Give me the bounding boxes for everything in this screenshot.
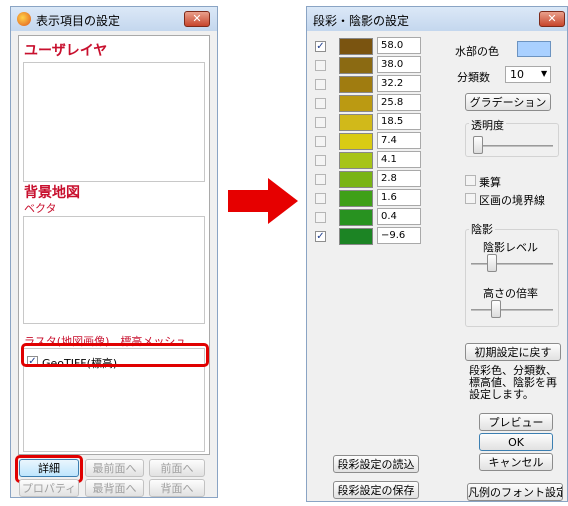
class-value-input[interactable]: 4.1 (377, 151, 421, 168)
class-value-input[interactable]: 0.4 (377, 208, 421, 225)
user-layer-heading: ユーザレイヤ (24, 43, 108, 59)
class-color-swatch[interactable] (339, 38, 373, 55)
transparency-label: 透明度 (469, 117, 506, 133)
user-layer-box[interactable] (23, 62, 205, 182)
height-ratio-label: 高さの倍率 (483, 287, 538, 300)
class-color-swatch[interactable] (339, 76, 373, 93)
shade-level-label: 陰影レベル (483, 241, 538, 254)
color-class-list: ✓ 58.0 38.0 32.2 25.8 18.5 7.4 4.1 2.8 1.6 0.4 ✓ −9.… (315, 37, 435, 247)
classes-select[interactable]: 10 ▼ (505, 66, 551, 83)
layer-list[interactable]: ユーザレイヤ 背景地図 ベクタ ラスタ(地図画像)、標高メッシュ ✓ GeoTI… (18, 35, 210, 455)
property-button[interactable]: プロパティ (19, 479, 79, 497)
class-color-swatch[interactable] (339, 190, 373, 207)
vector-label: ベクタ (24, 202, 57, 215)
class-value-input[interactable]: 25.8 (377, 94, 421, 111)
class-color-swatch[interactable] (339, 228, 373, 245)
chevron-down-icon: ▼ (541, 69, 548, 78)
geotiff-highlight (21, 343, 209, 367)
class-checkbox[interactable] (315, 193, 326, 204)
display-items-window: 表示項目の設定 ✕ ユーザレイヤ 背景地図 ベクタ ラスタ(地図画像)、標高メッ… (10, 6, 218, 498)
arrow-shape (228, 178, 298, 224)
multiply-label: 乗算 (479, 176, 501, 189)
close-button[interactable]: ✕ (184, 11, 210, 27)
transparency-track (473, 145, 553, 147)
boundary-checkbox[interactable] (465, 193, 476, 204)
height-ratio-slider[interactable] (491, 300, 501, 318)
send-backward-button[interactable]: 背面へ (149, 479, 205, 497)
class-checkbox[interactable] (315, 98, 326, 109)
reset-note-line3: 設定します。 (469, 388, 534, 401)
class-checkbox[interactable] (315, 117, 326, 128)
class-color-swatch[interactable] (339, 95, 373, 112)
class-checkbox[interactable]: ✓ (315, 231, 326, 242)
shade-level-slider[interactable] (487, 254, 497, 272)
class-checkbox[interactable] (315, 60, 326, 71)
preview-button[interactable]: プレビュー (479, 413, 553, 431)
bring-forward-button[interactable]: 前面へ (149, 459, 205, 477)
class-value-input[interactable]: 32.2 (377, 75, 421, 92)
class-checkbox[interactable] (315, 212, 326, 223)
class-color-swatch[interactable] (339, 171, 373, 188)
title-bar: 段彩・陰影の設定 ✕ (307, 7, 567, 31)
class-color-swatch[interactable] (339, 209, 373, 226)
window-title: 段彩・陰影の設定 (313, 14, 410, 28)
shading-settings-window: 段彩・陰影の設定 ✕ ✓ 58.0 38.0 32.2 25.8 18.5 7.4 4.1 2.… (306, 6, 568, 502)
window-title: 表示項目の設定 (36, 14, 121, 28)
shade-level-track (471, 263, 553, 265)
water-color-label: 水部の色 (455, 45, 499, 58)
class-color-swatch[interactable] (339, 133, 373, 150)
water-color-swatch[interactable] (517, 41, 551, 57)
boundary-label: 区画の境界線 (479, 194, 545, 207)
class-checkbox[interactable]: ✓ (315, 41, 326, 52)
load-settings-button[interactable]: 段彩設定の読込 (333, 455, 419, 473)
class-value-input[interactable]: 2.8 (377, 170, 421, 187)
class-color-swatch[interactable] (339, 57, 373, 74)
class-color-swatch[interactable] (339, 152, 373, 169)
vector-box[interactable] (23, 216, 205, 324)
class-value-input[interactable]: 18.5 (377, 113, 421, 130)
send-to-back-button[interactable]: 最背面へ (85, 479, 144, 497)
cancel-button[interactable]: キャンセル (479, 453, 553, 471)
class-value-input[interactable]: 7.4 (377, 132, 421, 149)
legend-font-button[interactable]: 凡例のフォント設定 (467, 483, 563, 501)
ok-button[interactable]: OK (479, 433, 553, 451)
bring-to-front-button[interactable]: 最前面へ (85, 459, 144, 477)
classes-label: 分類数 (457, 71, 490, 84)
title-bar: 表示項目の設定 ✕ (11, 7, 217, 31)
class-value-input[interactable]: −9.6 (377, 227, 421, 244)
save-settings-button[interactable]: 段彩設定の保存 (333, 481, 419, 499)
multiply-checkbox[interactable] (465, 175, 476, 186)
class-color-swatch[interactable] (339, 114, 373, 131)
reset-defaults-button[interactable]: 初期設定に戻す (465, 343, 561, 361)
classes-value: 10 (510, 68, 524, 81)
gradation-button[interactable]: グラデーション (465, 93, 551, 111)
class-checkbox[interactable] (315, 136, 326, 147)
app-icon (17, 12, 31, 26)
height-ratio-track (471, 309, 553, 311)
close-button[interactable]: ✕ (539, 11, 565, 27)
class-checkbox[interactable] (315, 79, 326, 90)
class-checkbox[interactable] (315, 155, 326, 166)
arrow-right-icon (228, 178, 298, 224)
class-value-input[interactable]: 58.0 (377, 37, 421, 54)
background-map-heading: 背景地図 (24, 185, 80, 201)
shading-label: 陰影 (469, 221, 495, 237)
class-value-input[interactable]: 38.0 (377, 56, 421, 73)
transparency-slider[interactable] (473, 136, 483, 154)
class-value-input[interactable]: 1.6 (377, 189, 421, 206)
class-checkbox[interactable] (315, 174, 326, 185)
